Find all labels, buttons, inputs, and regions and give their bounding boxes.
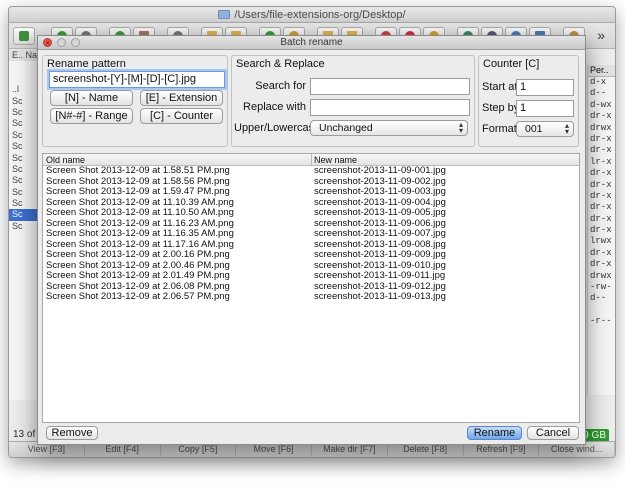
permission-cell: dr-x [590,202,612,213]
permission-cell: dr-x [590,145,612,156]
old-name-cell: Screen Shot 2013-12-09 at 1.59.47 PM.png [46,186,230,197]
folder-icon [218,10,231,19]
permission-cell: dr-x [590,168,612,179]
permission-cell: d-x [590,77,607,87]
dialog-titlebar: Batch rename [38,36,585,50]
permission-cell: lr-x [590,156,612,167]
table-row[interactable]: Screen Shot 2013-12-09 at 2.01.49 PM.png… [43,270,579,282]
column-divider[interactable] [311,154,312,166]
batch-rename-dialog: Batch rename Rename pattern screenshot-[… [37,35,586,445]
new-name-cell: screenshot-2013-11-09-005.jpg [314,207,446,218]
file-manager-title: /Users/file-extensions-org/Desktop/ [234,9,406,21]
permission-cell: -rw- [590,282,612,293]
permission-cell: dr-x [590,247,612,258]
rename-pattern-title: Rename pattern [47,58,126,70]
dialog-title: Batch rename [280,37,343,48]
permission-cell: d-- [590,88,607,99]
table-row[interactable]: Screen Shot 2013-12-09 at 11.16.35 AM.pn… [43,228,579,240]
permission-cell: d-wx [590,99,612,110]
file-manager-titlebar: /Users/file-extensions-org/Desktop/ [9,7,615,23]
permission-cell: dr-x [590,213,612,224]
permission-cell: dr-x [590,111,612,122]
zoom-window-icon[interactable] [71,38,80,47]
replace-with-label: Replace with [243,101,306,113]
up-down-chevron-icon: ▴ ▾ [458,120,463,135]
rename-pattern-group: Rename pattern screenshot-[Y]-[M]-[D]-[C… [42,55,228,147]
permission-cell: dr-x [590,133,612,144]
case-label: Upper/Lowercase [234,122,321,134]
replace-with-input[interactable] [310,99,470,116]
table-row[interactable]: Screen Shot 2013-12-09 at 1.59.47 PM.png… [43,186,579,198]
search-replace-title: Search & Replace [236,58,325,70]
table-row[interactable]: Screen Shot 2013-12-09 at 2.06.57 PM.png… [43,291,579,303]
search-replace-group: Search & Replace Search for Replace with… [231,55,475,147]
permission-cell: dr-x [590,225,612,236]
permission-cell: d-- [590,293,607,304]
counter-title: Counter [C] [483,58,540,70]
search-for-input[interactable] [310,78,470,95]
cancel-button[interactable]: Cancel [527,426,579,440]
permission-cell [588,305,615,316]
rename-button[interactable]: Rename [467,426,522,440]
permission-cell: lrwx [590,236,612,247]
counter-group: Counter [C] Start at 1 Step by 1 Format … [478,55,579,147]
case-select-value: Unchanged [319,122,373,134]
old-name-cell: Screen Shot 2013-12-09 at 2.00.16 PM.png [46,249,230,260]
permissions-column: Per.. d-x d-- d-wx dr-x drwx dr-x dr-x lr-x dr-x… [587,65,615,395]
search-for-label: Search for [255,80,306,92]
old-name-cell: Screen Shot 2013-12-09 at 2.01.49 PM.png [46,270,230,281]
new-name-cell: screenshot-2013-11-09-011.jpg [314,270,446,281]
old-name-cell: Screen Shot 2013-12-09 at 11.10.50 AM.pn… [46,207,234,218]
table-row[interactable]: Screen Shot 2013-12-09 at 11.10.50 AM.pn… [43,207,579,219]
old-name-cell: Screen Shot 2013-12-09 at 2.06.57 PM.png [46,291,230,302]
pattern-input[interactable]: screenshot-[Y]-[M]-[D]-[C].jpg [49,71,225,88]
permission-cell: dr-x [590,259,612,270]
format-label: Format [482,123,517,135]
format-select-value: 001 [525,123,543,135]
toolbar-overflow-icon[interactable]: » [597,27,605,43]
table-row[interactable]: Screen Shot 2013-12-09 at 1.58.51 PM.png… [43,165,579,177]
new-name-cell: screenshot-2013-11-09-001.jpg [314,165,446,176]
new-name-cell: screenshot-2013-11-09-003.jpg [314,186,446,197]
start-at-label: Start at [482,81,518,93]
permission-cell: -r-- [590,316,612,327]
rename-preview-list[interactable]: Old name New name Screen Shot 2013-12-09… [42,153,580,423]
table-row[interactable]: Screen Shot 2013-12-09 at 2.00.16 PM.png… [43,249,579,261]
close-window-icon[interactable] [43,36,52,50]
permission-cell: drwx [590,122,612,133]
insert-counter-button[interactable]: [C] - Counter [140,108,223,124]
remove-button[interactable]: Remove [46,426,98,440]
permissions-header: Per.. [588,65,615,77]
case-select[interactable]: Unchanged ▴ ▾ [310,120,468,136]
new-name-cell: screenshot-2013-11-09-009.jpg [314,249,446,260]
old-name-cell: Screen Shot 2013-12-09 at 11.16.35 AM.pn… [46,228,234,239]
list-body: Screen Shot 2013-12-09 at 1.58.51 PM.png… [43,165,579,303]
step-by-label: Step by [482,102,520,114]
insert-range-button[interactable]: [N#-#] - Range [50,108,133,124]
permission-cell: drwx [590,270,612,281]
new-name-cell: screenshot-2013-11-09-007.jpg [314,228,446,239]
insert-name-button[interactable]: [N] - Name [50,90,133,106]
new-name-cell: screenshot-2013-11-09-013.jpg [314,291,446,302]
format-select[interactable]: 001 ▴ ▾ [516,121,574,137]
new-window-icon[interactable] [13,27,35,45]
insert-extension-button[interactable]: [E] - Extension [140,90,223,106]
old-name-cell: Screen Shot 2013-12-09 at 1.58.51 PM.png [46,165,230,176]
permission-cell: dr-x [590,190,612,201]
step-by-input[interactable]: 1 [516,100,574,117]
minimize-window-icon[interactable] [57,38,66,47]
up-down-chevron-icon: ▴ ▾ [564,121,569,136]
permission-cell: dr-x [590,179,612,190]
start-at-input[interactable]: 1 [516,79,574,96]
